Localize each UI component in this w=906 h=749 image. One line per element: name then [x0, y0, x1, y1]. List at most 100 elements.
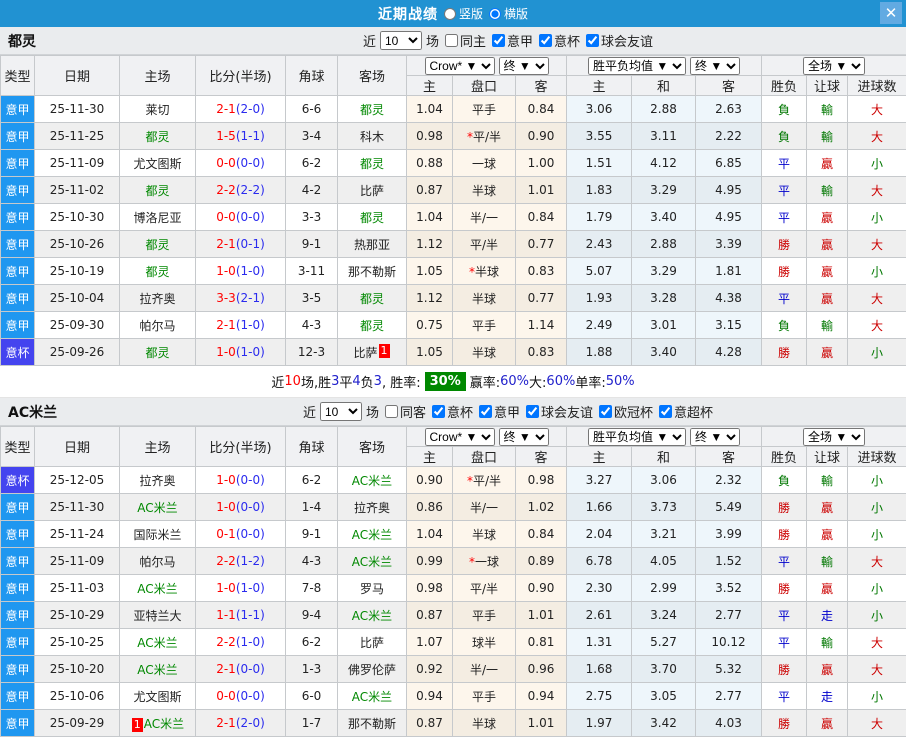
fulltime-score: 2-1: [216, 237, 236, 251]
cell-win-odds: 2.04: [566, 520, 632, 548]
filter-checkbox-input-0[interactable]: [444, 34, 458, 47]
handicap-text: 一球: [474, 554, 499, 569]
away-team-name: 科木: [359, 129, 384, 144]
recent-count-select[interactable]: 10: [319, 402, 362, 421]
halftime-score: (0-0): [235, 689, 265, 703]
matches-table: 类型 日期 主场 比分(半场) 角球 客场 Crow* ▼ 终 ▼ 胜平负均值 ▼ 终 ▼ 全场 ▼…: [0, 426, 906, 737]
cell-draw-odds: 2.88: [631, 230, 696, 258]
table-row: 意甲 25-10-26 都灵 2-1(0-1) 9-1 热那亚 1.12 平/半 0.77 2.4…: [0, 230, 906, 258]
odds-company-select[interactable]: Crow* ▼: [424, 56, 495, 75]
recent-count-select[interactable]: 10: [379, 31, 422, 50]
home-team-name: 拉齐奥: [139, 291, 176, 306]
close-icon[interactable]: ✕: [880, 2, 902, 24]
recent-suffix-label: 场: [425, 35, 439, 50]
home-team-name: 莱切: [145, 102, 170, 117]
cell-handicap-line: *半球: [452, 257, 516, 285]
wdl-state-select[interactable]: 终 ▼: [690, 427, 740, 446]
cell-handicap-home-odds: 1.12: [406, 284, 453, 312]
halftime-score: (0-0): [235, 527, 265, 541]
filter-checkbox-3[interactable]: 球会友谊: [526, 402, 593, 421]
cell-draw-odds: 5.27: [631, 628, 696, 656]
filter-checkbox-input-2[interactable]: [479, 405, 492, 418]
cell-handicap-home-odds: 0.88: [406, 149, 453, 177]
cell-handicap-away-odds: 0.90: [515, 122, 567, 150]
odds-state-select[interactable]: 终 ▼: [498, 427, 549, 446]
layout-option-vertical[interactable]: 竖版: [443, 5, 483, 22]
matches-table: 类型 日期 主场 比分(半场) 角球 客场 Crow* ▼ 终 ▼ 胜平负均值 ▼ 终 ▼ 全场 ▼…: [0, 55, 906, 366]
cell-home-team: 都灵: [119, 176, 196, 204]
home-team-name: 都灵: [145, 264, 170, 279]
cell-handicap-line: 平/半: [452, 230, 516, 258]
cell-date: 25-11-09: [34, 547, 120, 575]
fulltime-score: 1-0: [216, 500, 236, 514]
wdl-state-select[interactable]: 终 ▼: [690, 56, 740, 75]
cell-wdl-result: 勝: [761, 655, 808, 683]
fulltime-score: 0-1: [216, 527, 236, 541]
filter-checkbox-1[interactable]: 意甲: [492, 31, 533, 50]
filter-checkbox-3[interactable]: 球会友谊: [586, 31, 653, 50]
cell-win-odds: 5.07: [566, 257, 632, 285]
table-row: 意甲 25-10-04 拉齐奥 3-3(2-1) 3-5 都灵 1.12 半球 0.77 1.93…: [0, 284, 906, 312]
wdl-average-select[interactable]: 胜平负均值 ▼: [588, 56, 686, 75]
cell-home-team: 拉齐奥: [119, 466, 196, 494]
wdl-average-select[interactable]: 胜平负均值 ▼: [588, 427, 686, 446]
col-header-handicap-home: 主: [406, 446, 453, 467]
filter-checkbox-input-4[interactable]: [599, 405, 613, 418]
odds-company-select[interactable]: Crow* ▼: [424, 427, 495, 446]
filter-checkbox-input-3[interactable]: [586, 34, 600, 47]
home-team-name: 都灵: [145, 237, 170, 252]
away-team-name: 都灵: [359, 318, 384, 333]
filter-checkbox-2[interactable]: 意杯: [539, 31, 580, 50]
cell-score: 2-2(1-0): [195, 628, 286, 656]
scope-select[interactable]: 全场 ▼: [803, 427, 866, 446]
cell-goals-result: 大: [847, 655, 906, 683]
cell-corners: 1-3: [285, 655, 338, 683]
table-row: 意甲 25-11-30 AC米兰 1-0(0-0) 1-4 拉齐奥 0.86 半/一 1.02 1…: [0, 493, 906, 521]
scope-dropdown-group: 全场 ▼: [761, 55, 906, 76]
cell-corners: 4-3: [285, 547, 338, 575]
cell-lose-odds: 4.95: [694, 176, 763, 204]
cell-match-type: 意甲: [0, 257, 35, 285]
cell-corners: 4-2: [285, 176, 338, 204]
filter-checkbox-input-5[interactable]: [659, 405, 673, 418]
filter-checkbox-input-0[interactable]: [384, 405, 398, 418]
cell-goals-result: 大: [847, 284, 906, 312]
team-filter-row: 都灵 近 10 场 同主 意甲 意杯 球会友谊: [0, 27, 906, 55]
cell-letball-result: 輸: [806, 628, 849, 656]
layout-radio-vertical[interactable]: [443, 7, 456, 20]
layout-radio-horizontal[interactable]: [489, 7, 501, 20]
filter-checkbox-input-3[interactable]: [526, 405, 540, 418]
filter-checkbox-4[interactable]: 欧冠杯: [599, 402, 653, 421]
odds-state-select[interactable]: 终 ▼: [498, 56, 549, 75]
filter-checkbox-input-2[interactable]: [539, 34, 553, 47]
cell-match-type: 意甲: [0, 176, 35, 204]
cell-match-type: 意甲: [0, 95, 35, 123]
filter-checkbox-0[interactable]: 同主: [444, 31, 486, 50]
away-team-name: AC米兰: [351, 689, 393, 704]
col-header-handicap-home: 主: [406, 75, 453, 96]
halftime-score: (1-0): [235, 635, 265, 649]
filter-checkbox-2[interactable]: 意甲: [479, 402, 520, 421]
filter-checkbox-1[interactable]: 意杯: [431, 402, 473, 421]
team-section: AC米兰近 10 场同客 意杯 意甲 球会友谊 欧冠杯 意超杯 类型 日期 主场 比分(半场) 角球 客场…: [0, 398, 906, 737]
scope-select[interactable]: 全场 ▼: [803, 56, 866, 75]
filter-checkbox-input-1[interactable]: [431, 405, 445, 418]
layout-option-horizontal[interactable]: 横版: [489, 5, 528, 22]
away-team-name: 比萨: [359, 635, 384, 650]
filter-checkbox-5[interactable]: 意超杯: [659, 402, 713, 421]
fulltime-score: 2-1: [216, 102, 236, 116]
handicap-text: 半/一: [469, 500, 499, 515]
filter-checkbox-input-1[interactable]: [492, 34, 505, 47]
fulltime-score: 1-0: [216, 345, 236, 359]
cell-wdl-result: 平: [761, 284, 808, 312]
cell-away-team: 那不勒斯: [337, 257, 407, 285]
filter-checkbox-label: 球会友谊: [541, 406, 594, 421]
cell-match-type: 意甲: [0, 493, 35, 521]
cell-away-team: 都灵: [337, 149, 407, 177]
cell-draw-odds: 3.42: [631, 709, 696, 737]
cell-match-type: 意甲: [0, 655, 35, 683]
cell-win-odds: 1.97: [566, 709, 632, 737]
filter-checkbox-0[interactable]: 同客: [384, 402, 426, 421]
cell-handicap-home-odds: 0.86: [406, 493, 453, 521]
table-row: 意甲 25-11-30 莱切 2-1(2-0) 6-6 都灵 1.04 平手 0.84 3.06 2…: [0, 95, 906, 123]
